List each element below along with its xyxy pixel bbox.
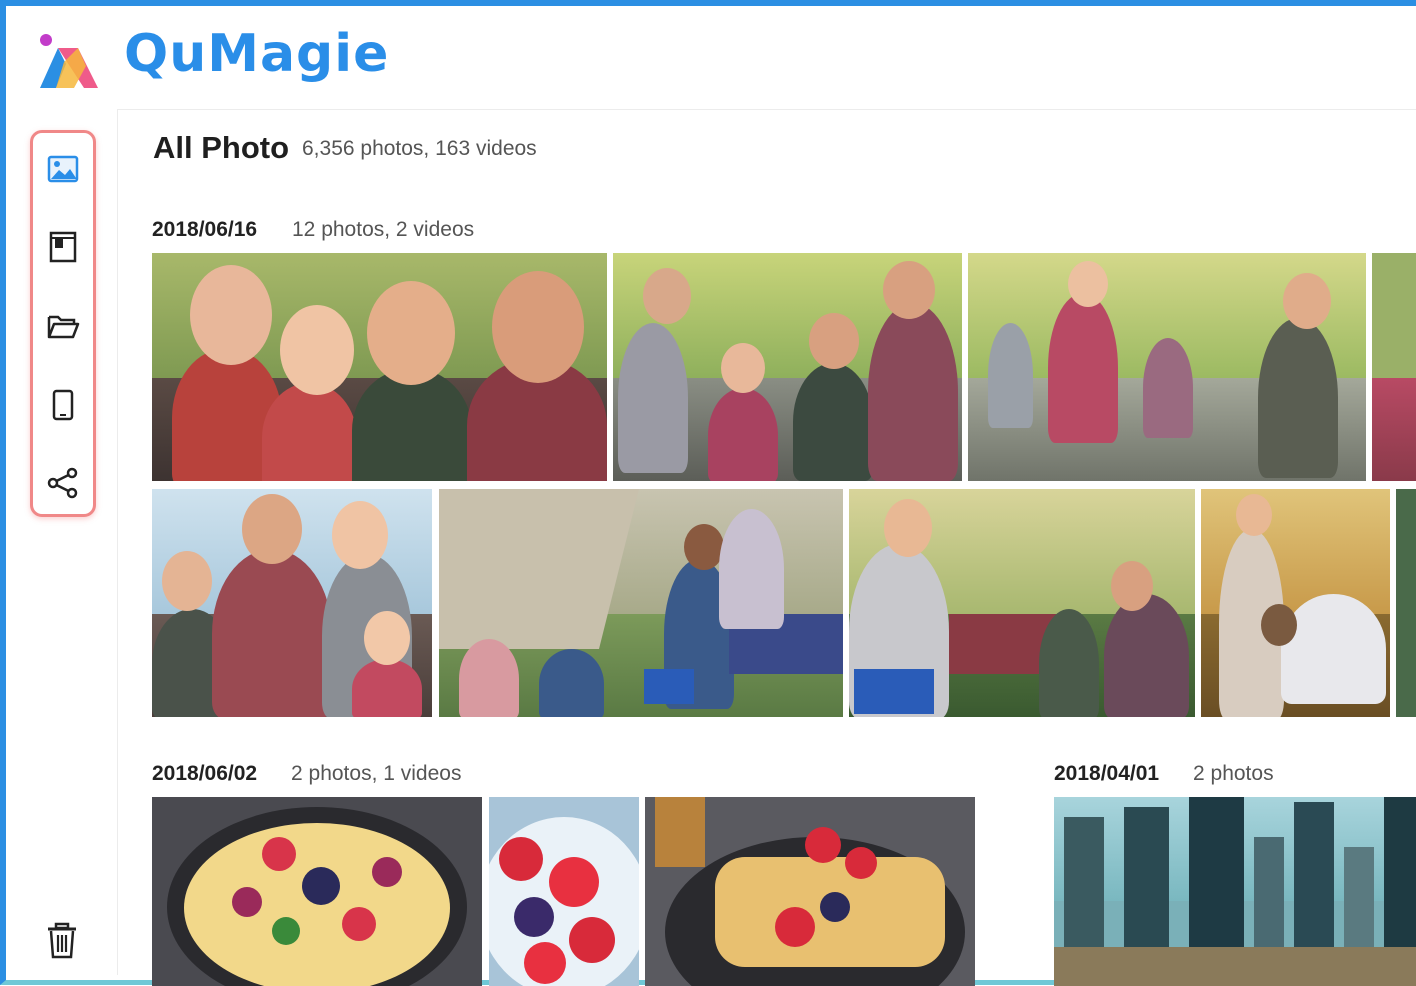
- sidebar-item-photos[interactable]: [45, 151, 81, 187]
- photo-icon: [47, 155, 79, 183]
- page-subtitle: 6,356 photos, 163 videos: [302, 137, 537, 160]
- sidebar-item-albums[interactable]: [45, 229, 81, 265]
- photo-thumbnail[interactable]: [968, 253, 1366, 481]
- group-date: 2018/06/16: [152, 218, 258, 241]
- share-icon: [47, 467, 78, 499]
- group-date: 2018/04/01: [1054, 762, 1160, 785]
- sidebar: [12, 109, 118, 975]
- photo-thumbnail[interactable]: [489, 797, 639, 986]
- album-icon: [49, 231, 77, 263]
- group-count: 12 photos, 2 videos: [292, 218, 475, 241]
- photo-thumbnail[interactable]: [1372, 253, 1416, 481]
- top-bar: QuMagie: [12, 12, 1416, 110]
- photo-thumbnail[interactable]: [613, 253, 962, 481]
- group-date: 2018/06/02: [152, 762, 258, 785]
- app-window: QuMagie All Photo 6,356 photos, 163 vide…: [0, 0, 1416, 986]
- group-count: 2 photos, 1 videos: [291, 762, 462, 785]
- sidebar-item-folders[interactable]: [45, 308, 81, 344]
- photo-thumbnail[interactable]: [1201, 489, 1390, 717]
- folder-icon: [47, 315, 80, 339]
- page-title: All Photo: [153, 130, 290, 165]
- device-icon: [52, 389, 74, 421]
- app-name: QuMagie: [124, 24, 390, 84]
- sidebar-nav: [30, 130, 96, 517]
- photo-thumbnail[interactable]: [1396, 489, 1416, 717]
- trash-icon[interactable]: [42, 921, 82, 961]
- photo-thumbnail[interactable]: [152, 489, 432, 717]
- photo-thumbnail[interactable]: [849, 489, 1195, 717]
- sidebar-item-share[interactable]: [45, 465, 81, 501]
- group-count: 2 photos: [1193, 762, 1274, 785]
- photo-thumbnail[interactable]: [645, 797, 975, 986]
- qumagie-logo-icon[interactable]: [34, 30, 100, 92]
- photo-thumbnail[interactable]: [1054, 797, 1416, 986]
- sidebar-item-devices[interactable]: [45, 387, 81, 423]
- photo-thumbnail[interactable]: [152, 797, 482, 986]
- photo-thumbnail[interactable]: [152, 253, 607, 481]
- photo-thumbnail[interactable]: [439, 489, 843, 717]
